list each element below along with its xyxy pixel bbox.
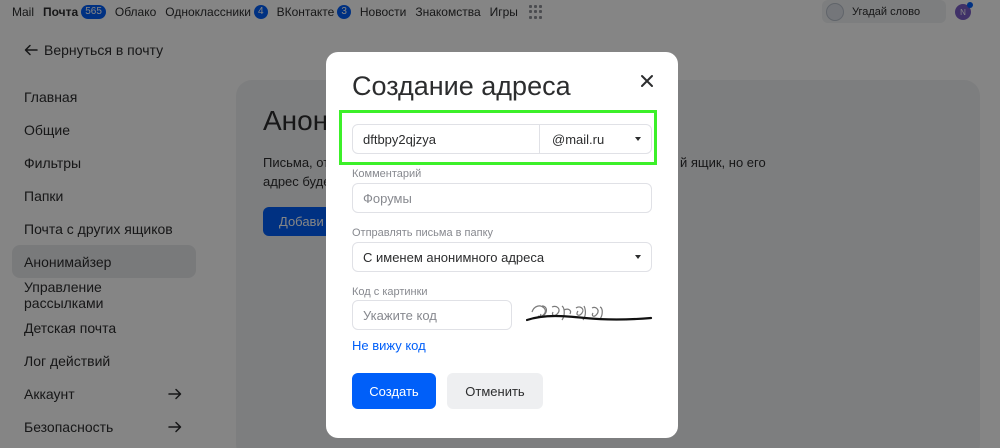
comment-placeholder: Форумы — [363, 190, 412, 206]
captcha-input[interactable]: Укажите код — [352, 300, 512, 330]
close-icon[interactable] — [640, 74, 654, 88]
folder-value: С именем анонимного адреса — [363, 249, 545, 265]
cancel-button[interactable]: Отменить — [447, 373, 543, 409]
captcha-image — [526, 305, 653, 322]
chevron-down-icon — [635, 255, 641, 259]
create-button-label: Создать — [369, 383, 419, 399]
chevron-down-icon — [635, 137, 641, 141]
address-value: dftbpy2qjzya — [363, 131, 436, 147]
captcha-label: Код с картинки — [352, 286, 428, 298]
comment-input[interactable]: Форумы — [352, 183, 652, 213]
cant-see-code-link[interactable]: Не вижу код — [352, 338, 426, 353]
folder-select[interactable]: С именем анонимного адреса — [352, 242, 652, 272]
domain-value: @mail.ru — [552, 131, 605, 147]
dialog-title: Создание адреса — [352, 71, 571, 101]
comment-label: Комментарий — [352, 168, 422, 180]
create-button[interactable]: Создать — [352, 373, 436, 409]
address-input[interactable]: dftbpy2qjzya — [352, 124, 540, 154]
folder-label: Отправлять письма в папку — [352, 227, 494, 239]
create-address-dialog: Создание адреса dftbpy2qjzya @mail.ru Ко… — [326, 52, 678, 438]
cancel-button-label: Отменить — [465, 383, 525, 399]
domain-select[interactable]: @mail.ru — [539, 124, 652, 154]
captcha-placeholder: Укажите код — [363, 307, 437, 323]
